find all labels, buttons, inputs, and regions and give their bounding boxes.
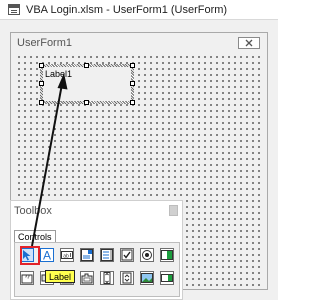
- checkbox-icon: [121, 249, 133, 261]
- textbox-icon: ab: [61, 251, 73, 259]
- label-tooltip: Label: [45, 270, 76, 283]
- window-title: VBA Login.xlsm - UserForm1 (UserForm): [26, 3, 228, 16]
- frame-icon: xy: [21, 274, 33, 284]
- userform-window-icon: [8, 4, 20, 15]
- label1-control[interactable]: Label1: [43, 67, 131, 101]
- image-tool[interactable]: [140, 271, 154, 285]
- userform-title: UserForm1: [17, 36, 73, 49]
- svg-text:A: A: [43, 249, 51, 261]
- svg-text:ab: ab: [63, 253, 69, 259]
- spin-button-icon: [122, 272, 132, 284]
- resize-handle-top-left[interactable]: [39, 63, 44, 68]
- label-a-icon: A: [43, 249, 51, 261]
- userform-titlebar: UserForm1: [11, 33, 267, 52]
- resize-handle-top[interactable]: [84, 63, 89, 68]
- resize-handle-bottom[interactable]: [84, 100, 89, 105]
- image-icon: [141, 273, 153, 283]
- toolbox-close-button[interactable]: [169, 205, 178, 216]
- toolbox-title: Toolbox: [14, 204, 52, 217]
- label1-caption: Label1: [45, 69, 73, 79]
- spinbutton-tool[interactable]: [120, 271, 134, 285]
- label-tool-highlight: [20, 246, 40, 265]
- listbox-icon: [101, 249, 113, 261]
- checkbox-tool[interactable]: [120, 248, 134, 262]
- togglebutton-tool[interactable]: [160, 248, 174, 262]
- resize-handle-bottom-right[interactable]: [130, 100, 135, 105]
- scrollbar-tool[interactable]: [100, 271, 114, 285]
- refedit-tool[interactable]: [160, 271, 174, 285]
- multipage-icon: [81, 273, 93, 284]
- refedit-icon: [161, 274, 173, 282]
- radio-icon: [142, 250, 152, 260]
- window-titlebar: VBA Login.xlsm - UserForm1 (UserForm): [0, 0, 278, 19]
- combobox-tool[interactable]: [80, 248, 94, 262]
- toolbox-tabs: Controls: [14, 229, 56, 243]
- userform-close-button[interactable]: [238, 36, 260, 49]
- listbox-tool[interactable]: [100, 248, 114, 262]
- scrollbar-icon: [103, 272, 111, 284]
- toolbox-titlebar: Toolbox: [11, 201, 182, 220]
- frame-tool[interactable]: xy: [20, 271, 34, 285]
- close-icon: [245, 39, 253, 46]
- combobox-icon: [81, 249, 93, 261]
- label-tool[interactable]: A: [40, 248, 54, 262]
- optionbutton-tool[interactable]: [140, 248, 154, 262]
- resize-handle-right[interactable]: [130, 81, 135, 86]
- resize-handle-left[interactable]: [39, 81, 44, 86]
- multipage-tool[interactable]: [80, 271, 94, 285]
- resize-handle-top-right[interactable]: [130, 63, 135, 68]
- svg-text:xy: xy: [25, 274, 31, 280]
- label1-selection[interactable]: Label1: [39, 63, 135, 105]
- toggle-icon: [161, 250, 173, 260]
- resize-handle-bottom-left[interactable]: [39, 100, 44, 105]
- textbox-tool[interactable]: ab: [60, 248, 74, 262]
